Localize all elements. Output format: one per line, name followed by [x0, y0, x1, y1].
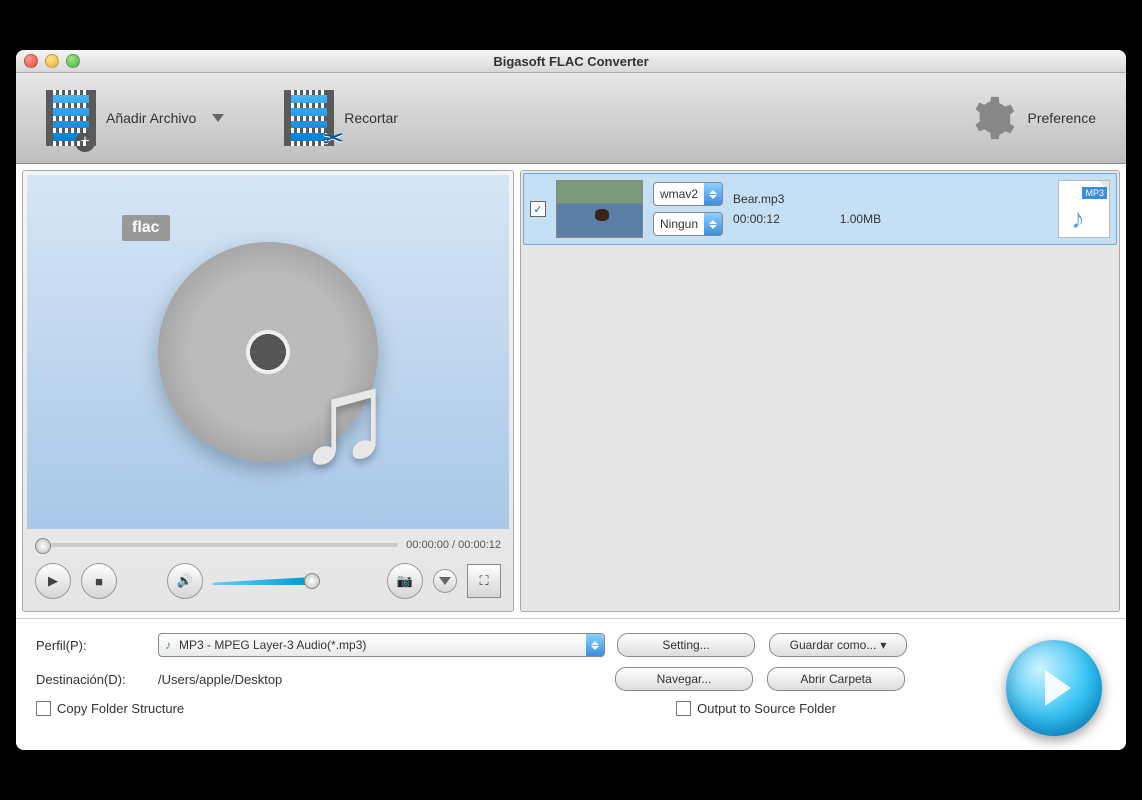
file-size: 1.00MB [840, 212, 881, 226]
titlebar: Bigasoft FLAC Converter [16, 50, 1126, 73]
toolbar: + Añadir Archivo ✂ Recortar Preference [16, 73, 1126, 164]
app-window: Bigasoft FLAC Converter + Añadir Archivo… [16, 50, 1126, 750]
playhead-knob[interactable] [35, 538, 51, 554]
subtitle-select[interactable]: Ningun [653, 212, 723, 236]
save-as-button[interactable]: Guardar como... ▾ [769, 633, 907, 657]
setting-button[interactable]: Setting... [617, 633, 755, 657]
play-icon [1045, 670, 1071, 706]
file-duration: 00:00:12 [733, 212, 780, 226]
stop-button[interactable]: ■ [81, 563, 117, 599]
file-name: Bear.mp3 [733, 192, 1048, 206]
trim-label: Recortar [344, 110, 398, 126]
gear-icon [968, 93, 1018, 143]
format-icon: MP3 ♪ [1058, 180, 1110, 238]
file-checkbox[interactable]: ✓ [530, 201, 546, 217]
filmstrip-add-icon: + [46, 90, 96, 146]
flac-badge: flac [122, 215, 170, 241]
snapshot-menu-button[interactable] [433, 569, 457, 593]
player-controls: ▶ ■ 🔊 📷 ⛶ [23, 557, 513, 611]
content-area: flac ♫ 00:00:00 / 00:00:12 ▶ ■ 🔊 📷 ⛶ [16, 164, 1126, 618]
bottom-panel: Perfil(P): ♪ MP3 - MPEG Layer-3 Audio(*.… [16, 618, 1126, 750]
time-display: 00:00:00 / 00:00:12 [406, 539, 501, 551]
mute-button[interactable]: 🔊 [167, 563, 203, 599]
add-file-label: Añadir Archivo [106, 110, 196, 126]
profile-label: Perfil(P): [36, 638, 146, 653]
copy-structure-checkbox[interactable]: Copy Folder Structure [36, 701, 184, 716]
browse-button[interactable]: Navegar... [615, 667, 753, 691]
codec-select[interactable]: wmav2 [653, 182, 723, 206]
chevron-down-icon [212, 114, 224, 122]
destination-label: Destinación(D): [36, 672, 146, 687]
filmstrip-cut-icon: ✂ [284, 90, 334, 146]
convert-button[interactable] [1006, 640, 1102, 736]
profile-select[interactable]: ♪ MP3 - MPEG Layer-3 Audio(*.mp3) [158, 633, 605, 657]
preview-pane: flac ♫ 00:00:00 / 00:00:12 ▶ ■ 🔊 📷 ⛶ [22, 170, 514, 612]
destination-path: /Users/apple/Desktop [158, 672, 603, 687]
file-thumbnail [556, 180, 643, 238]
snapshot-button[interactable]: 📷 [387, 563, 423, 599]
file-list: ✓ wmav2 Ningun Bear.mp3 00:00:12 1.00MB … [520, 170, 1120, 612]
volume-knob[interactable] [304, 573, 320, 589]
open-folder-button[interactable]: Abrir Carpeta [767, 667, 905, 691]
fullscreen-button[interactable]: ⛶ [467, 564, 501, 598]
timeline[interactable]: 00:00:00 / 00:00:12 [23, 533, 513, 557]
add-file-button[interactable]: + Añadir Archivo [46, 90, 224, 146]
preview-image: flac ♫ [27, 175, 509, 529]
trim-button[interactable]: ✂ Recortar [284, 90, 398, 146]
preference-label: Preference [1028, 110, 1096, 126]
file-item[interactable]: ✓ wmav2 Ningun Bear.mp3 00:00:12 1.00MB … [523, 173, 1117, 245]
preference-button[interactable]: Preference [968, 93, 1096, 143]
output-source-checkbox[interactable]: Output to Source Folder [676, 701, 836, 716]
play-button[interactable]: ▶ [35, 563, 71, 599]
volume-slider[interactable] [213, 577, 313, 585]
window-title: Bigasoft FLAC Converter [16, 54, 1126, 69]
